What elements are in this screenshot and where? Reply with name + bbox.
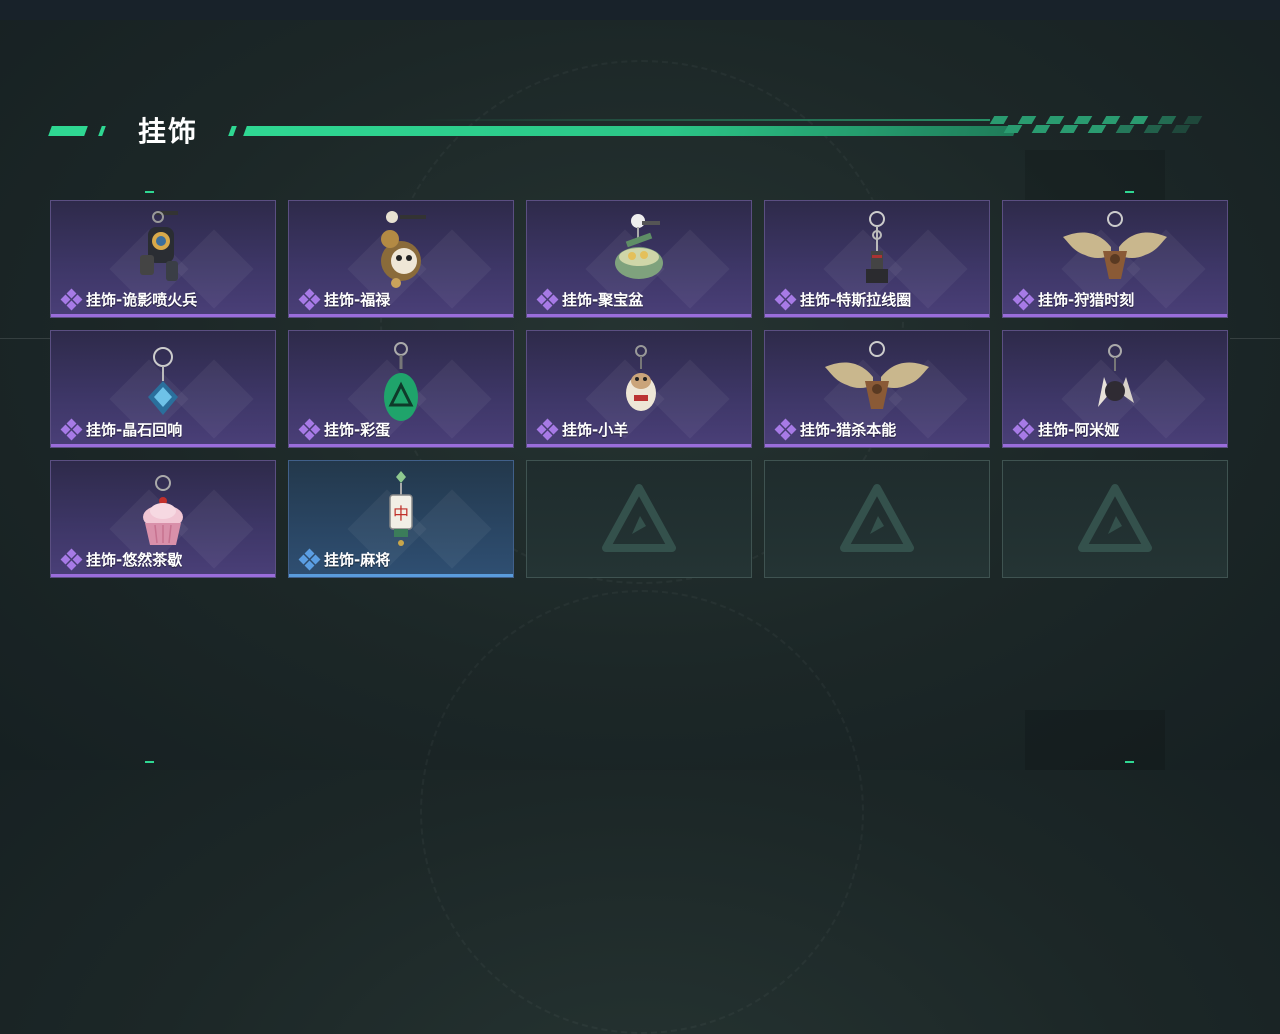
charm-name-row: 挂饰-麻将 [298, 548, 391, 570]
lamb-charm-icon [626, 345, 656, 411]
charm-name-row: 挂饰-福禄 [298, 288, 391, 310]
charm-card[interactable]: 挂饰-彩蛋 [288, 330, 514, 448]
header-checker-pattern [989, 116, 1203, 136]
rarity-purple-icon [60, 288, 83, 310]
charm-name: 挂饰-聚宝盆 [562, 291, 644, 309]
rarity-bar [527, 314, 751, 317]
charm-name-row: 挂饰-猎杀本能 [774, 418, 897, 440]
rarity-purple-icon [60, 548, 83, 570]
charm-name: 挂饰-福禄 [324, 291, 391, 309]
charm-name: 挂饰-狩猎时刻 [1038, 291, 1135, 309]
charm-card[interactable]: 挂饰-小羊 [526, 330, 752, 448]
green-egg-charm-icon [384, 342, 418, 421]
charm-name-row: 挂饰-晶石回响 [60, 418, 183, 440]
background-block [1025, 710, 1165, 770]
charm-name: 挂饰-猎杀本能 [800, 421, 897, 439]
rarity-purple-icon [1012, 288, 1035, 310]
charm-name: 挂饰-彩蛋 [324, 421, 391, 439]
charm-card[interactable]: 挂饰-猎杀本能 [764, 330, 990, 448]
header-accent-dash [98, 126, 106, 136]
header-accent-dash [48, 126, 88, 136]
rarity-bar [765, 314, 989, 317]
header-accent-dash [228, 126, 237, 136]
charm-name: 挂饰-小羊 [562, 421, 629, 439]
empty-slot[interactable] [1002, 460, 1228, 578]
moose-antler-charm-icon [825, 341, 929, 409]
charm-name-row: 挂饰-小羊 [536, 418, 629, 440]
rarity-bar [289, 444, 513, 447]
charm-name-row: 挂饰-诡影喷火兵 [60, 288, 198, 310]
charm-card[interactable]: 挂饰-诡影喷火兵 [50, 200, 276, 318]
rarity-bar [51, 444, 275, 447]
section-title: 挂饰 [138, 115, 199, 148]
panda-gourd-charm-icon [381, 211, 426, 288]
rarity-bar [51, 574, 275, 577]
charm-name-row: 挂饰-阿米娅 [1012, 418, 1120, 440]
tesla-coil-charm-icon [866, 211, 888, 283]
empty-slot-logo-icon [840, 484, 914, 552]
charm-card[interactable]: 挂饰-悠然茶歇 [50, 460, 276, 578]
charm-name: 挂饰-特斯拉线圈 [800, 291, 912, 309]
rarity-purple-icon [60, 418, 83, 440]
charm-card[interactable]: 挂饰-晶石回响 [50, 330, 276, 448]
flamethrower-soldier-charm-icon [140, 211, 178, 281]
rarity-purple-icon [298, 418, 321, 440]
rarity-purple-icon [774, 418, 797, 440]
rarity-purple-icon [774, 288, 797, 310]
charm-name-row: 挂饰-聚宝盆 [536, 288, 644, 310]
side-guide-line [0, 338, 50, 339]
charm-name-row: 挂饰-彩蛋 [298, 418, 391, 440]
charm-name: 挂饰-晶石回响 [86, 421, 183, 439]
corner-tick [1125, 191, 1134, 193]
charm-name-row: 挂饰-狩猎时刻 [1012, 288, 1135, 310]
amiya-charm-icon [1098, 344, 1134, 407]
svg-text:中: 中 [393, 504, 409, 523]
treasure-bowl-charm-icon [615, 214, 663, 279]
charm-name: 挂饰-悠然茶歇 [86, 551, 183, 569]
charm-name: 挂饰-麻将 [324, 551, 391, 569]
background-arc [420, 590, 864, 1034]
empty-slot-logo-icon [1078, 484, 1152, 552]
top-bar [0, 0, 1280, 20]
moose-antler-charm-icon [1063, 211, 1167, 279]
empty-slot-logo-icon [602, 484, 676, 552]
corner-tick [145, 191, 154, 193]
crystal-charm-icon [148, 347, 178, 415]
charm-card[interactable]: 挂饰-福禄 [288, 200, 514, 318]
rarity-purple-icon [536, 288, 559, 310]
rarity-bar [1003, 444, 1227, 447]
corner-tick [1125, 761, 1134, 763]
rarity-bar [51, 314, 275, 317]
charm-name-row: 挂饰-悠然茶歇 [60, 548, 183, 570]
header-thin-line [420, 119, 990, 121]
charm-name-row: 挂饰-特斯拉线圈 [774, 288, 912, 310]
rarity-blue-icon [298, 548, 321, 570]
rarity-bar [527, 444, 751, 447]
empty-slot[interactable] [764, 460, 990, 578]
charm-card[interactable]: 挂饰-狩猎时刻 [1002, 200, 1228, 318]
rarity-bar [765, 444, 989, 447]
side-guide-line [1230, 338, 1280, 339]
charm-name: 挂饰-阿米娅 [1038, 421, 1120, 439]
rarity-purple-icon [298, 288, 321, 310]
cupcake-charm-icon [143, 475, 183, 545]
rarity-purple-icon [1012, 418, 1035, 440]
mahjong-tile-charm-icon: 中 [389, 471, 413, 546]
charm-card[interactable]: 中 挂饰-麻将 [288, 460, 514, 578]
charm-card[interactable]: 挂饰-聚宝盆 [526, 200, 752, 318]
empty-slot[interactable] [526, 460, 752, 578]
rarity-bar [289, 574, 513, 577]
rarity-purple-icon [536, 418, 559, 440]
rarity-bar [289, 314, 513, 317]
charm-name: 挂饰-诡影喷火兵 [86, 291, 198, 309]
charm-card[interactable]: 挂饰-特斯拉线圈 [764, 200, 990, 318]
rarity-bar [1003, 314, 1227, 317]
header-accent-bar [243, 126, 1017, 136]
charm-card[interactable]: 挂饰-阿米娅 [1002, 330, 1228, 448]
corner-tick [145, 761, 154, 763]
